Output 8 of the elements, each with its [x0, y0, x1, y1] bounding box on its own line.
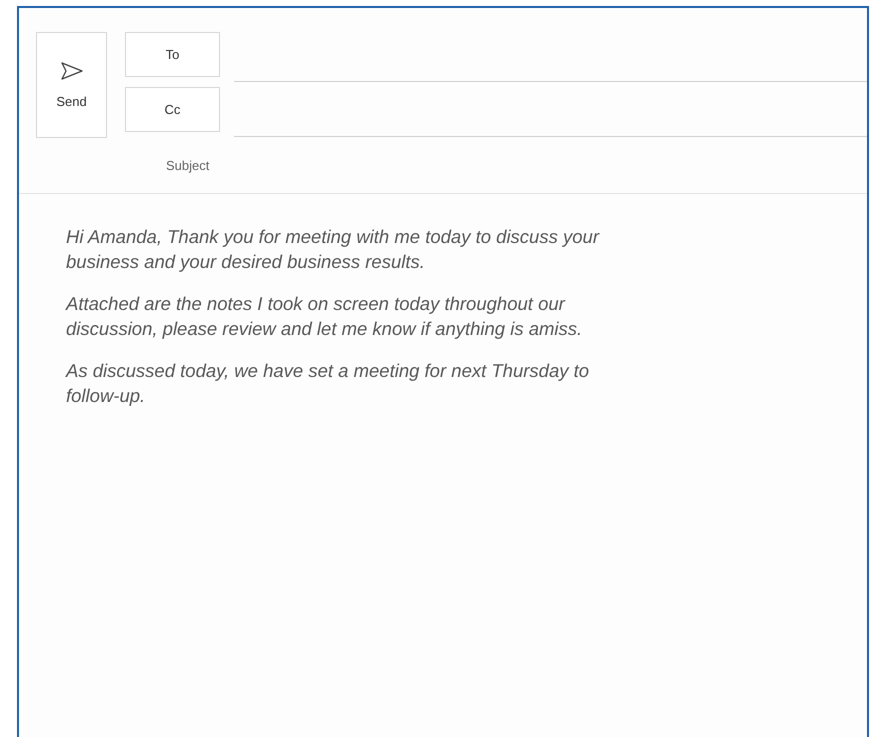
message-paragraph: Hi Amanda, Thank you for meeting with me today to discuss your business and your desired business results. [66, 225, 601, 274]
message-paragraph: Attached are the notes I took on screen today throughout our discussion, please review and let me know if anything is amiss. [66, 292, 584, 341]
message-paragraph: As discussed today, we have set a meeting for next Thursday to follow-up. [66, 359, 590, 408]
recipient-button[interactable]: Cc [125, 87, 220, 132]
subject-field[interactable]: Subject [160, 154, 366, 176]
send-icon [60, 62, 82, 80]
send-button[interactable]: Send [36, 32, 107, 138]
recipient-button[interactable]: To [125, 32, 220, 77]
